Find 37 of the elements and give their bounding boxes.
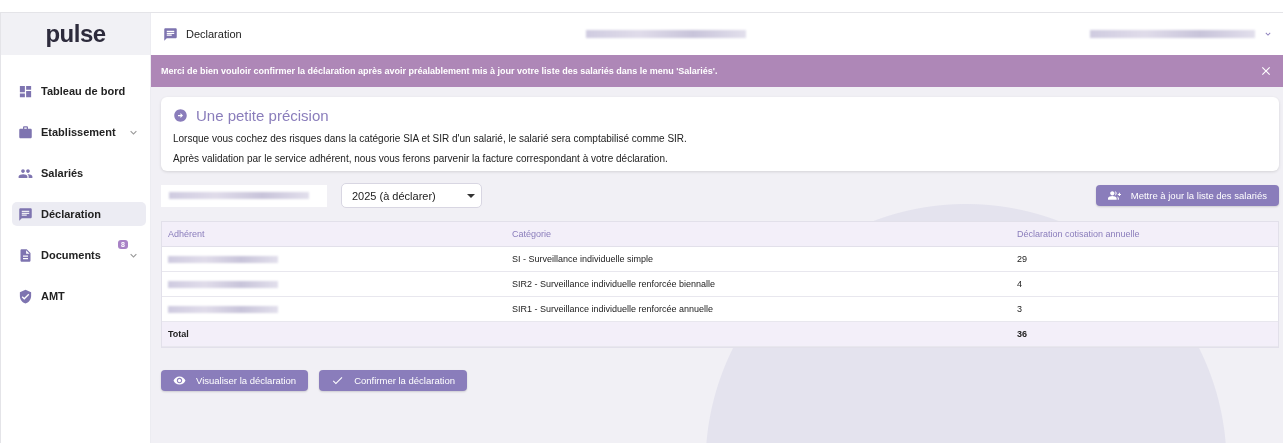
sidebar-item[interactable]: Déclaration xyxy=(12,202,146,226)
column-header: Catégorie xyxy=(506,222,1011,247)
table-cell: 3 xyxy=(1011,297,1278,322)
people-add-icon xyxy=(1107,189,1121,202)
shield-check-icon xyxy=(18,288,33,304)
pulse-logo: pulse xyxy=(45,20,106,48)
action-button[interactable]: Visualiser la déclaration xyxy=(161,370,309,391)
chat-icon xyxy=(163,26,178,42)
update-employees-button[interactable]: Mettre à jour la liste des salariés xyxy=(1095,185,1279,206)
table-cell: SI - Surveillance individuelle simple xyxy=(506,247,1011,272)
info-text: Lorsque vous cochez des risques dans la catégorie SIA et SIR d'un salarié, le salarié sera comptabilisé comme SIR. xyxy=(173,133,688,144)
briefcase-icon xyxy=(18,124,33,140)
check-icon xyxy=(331,374,345,387)
column-header: Déclaration cotisation annuelle xyxy=(1011,222,1278,247)
sidebar-item[interactable]: Salariés xyxy=(12,161,146,185)
document-icon xyxy=(18,247,33,263)
close-icon[interactable] xyxy=(1259,64,1273,78)
page-title: Declaration xyxy=(186,28,242,40)
table-cell: 29 xyxy=(1011,247,1278,272)
action-button[interactable]: Confirmer la déclaration xyxy=(319,370,468,391)
sidebar-item[interactable]: Etablissement xyxy=(12,120,146,144)
banner-message: Merci de bien vouloir confirmer la déclaration après avoir préalablement mis à jour votre liste des salariés dans le menu 'Salariés'. xyxy=(161,66,719,76)
eye-icon xyxy=(173,374,186,387)
sidebar-item[interactable]: AMT xyxy=(12,284,146,308)
chat-icon xyxy=(18,206,33,222)
dashboard-icon xyxy=(18,83,33,99)
table-cell: Total xyxy=(162,322,506,347)
table-cell: 4 xyxy=(1011,272,1278,297)
info-text: Après validation par le service adhérent, nous vous ferons parvenir la facture correspondant à votre déclaration. xyxy=(173,153,669,164)
card-title: Une petite précision xyxy=(196,107,329,124)
table-cell: SIR2 - Surveillance individuelle renforcée biennalle xyxy=(506,272,1011,297)
dropdown-caret-icon xyxy=(467,193,475,198)
column-header: Adhérent xyxy=(162,222,506,247)
table-cell: 36 xyxy=(1011,322,1278,347)
year-select[interactable]: 2025 (à déclarer) xyxy=(341,183,482,208)
sidebar-item[interactable]: Tableau de bord xyxy=(12,79,146,103)
table-cell: SIR1 - Surveillance individuelle renforcée annuelle xyxy=(506,297,1011,322)
